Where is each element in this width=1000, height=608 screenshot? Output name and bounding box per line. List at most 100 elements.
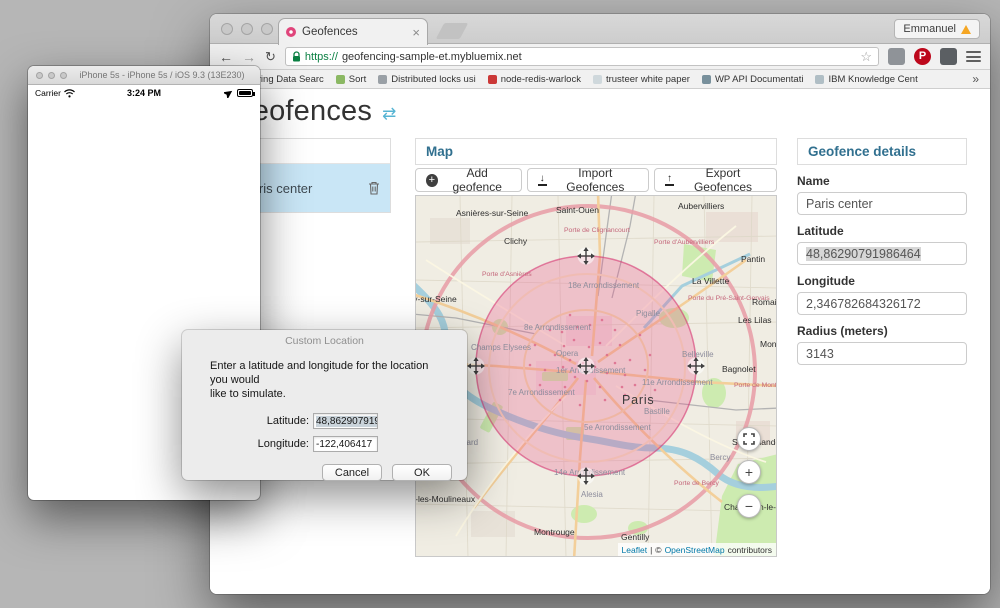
- latitude-input[interactable]: 48,86290791986464: [797, 242, 967, 265]
- name-label: Name: [797, 174, 967, 188]
- map-attribution: Leaflet | © OpenStreetMap contributors: [618, 543, 776, 556]
- menu-icon[interactable]: [966, 51, 981, 62]
- close-window-button[interactable]: [221, 23, 233, 35]
- bookmark-favicon-icon: [378, 75, 387, 84]
- import-icon: ↓: [538, 174, 547, 186]
- zoom-window-button[interactable]: [261, 23, 273, 35]
- minimize-window-button[interactable]: [241, 23, 253, 35]
- map-label: 5e Arrondissement: [584, 423, 651, 432]
- tab-close-icon[interactable]: ×: [412, 25, 420, 40]
- map-label: Belleville: [682, 350, 714, 359]
- add-geofence-button[interactable]: + Add geofence: [415, 168, 522, 192]
- wifi-icon: [64, 89, 75, 98]
- browser-tab[interactable]: Geofences ×: [278, 18, 428, 45]
- ok-button[interactable]: OK: [392, 464, 452, 481]
- dialog-longitude-input[interactable]: -122,406417: [313, 436, 378, 452]
- location-services-icon: [224, 89, 233, 98]
- add-geofence-label: Add geofence: [444, 166, 511, 194]
- map-label: Paris: [622, 393, 654, 407]
- bookmark-star-icon[interactable]: ☆: [860, 49, 872, 65]
- fullscreen-button[interactable]: [737, 427, 761, 451]
- profile-chip[interactable]: Emmanuel: [894, 19, 980, 39]
- map-label: Porte d'Aubervilliers: [654, 239, 715, 246]
- map-tiles: Asnières-sur-Seine Saint-Ouen Aubervilli…: [416, 196, 777, 557]
- map-label: Saint-Ouen: [556, 205, 599, 215]
- url-scheme: https://: [305, 51, 338, 63]
- longitude-input[interactable]: 2,346782684326172: [797, 292, 967, 315]
- minimize-window-button[interactable]: [48, 72, 55, 79]
- zoom-window-button[interactable]: [60, 72, 67, 79]
- bookmarks-overflow-icon[interactable]: »: [972, 72, 979, 86]
- radius-label: Radius (meters): [797, 324, 967, 338]
- bookmark-item[interactable]: node-redis-warlock: [488, 74, 581, 85]
- bookmark-label: Distributed locks usi: [391, 74, 475, 85]
- cancel-button[interactable]: Cancel: [322, 464, 382, 481]
- map-label: Bagnolet: [722, 364, 756, 374]
- simulator-titlebar[interactable]: iPhone 5s - iPhone 5s / iOS 9.3 (13E230): [28, 66, 260, 85]
- geofence-details-panel: Geofence details Name Paris center Latit…: [797, 138, 967, 365]
- name-input[interactable]: Paris center: [797, 192, 967, 215]
- bookmark-label: IBM Knowledge Cent: [828, 74, 917, 85]
- import-geofences-button[interactable]: ↓ Import Geofences: [527, 168, 649, 192]
- bookmark-item[interactable]: Distributed locks usi: [378, 74, 475, 85]
- bookmark-item[interactable]: IBM Knowledge Cent: [815, 74, 917, 85]
- reload-button[interactable]: ↻: [265, 50, 276, 63]
- map-label: 8e Arrondissement: [524, 323, 591, 332]
- close-window-button[interactable]: [36, 72, 43, 79]
- map-label: Porte d'Asnières: [482, 271, 532, 278]
- map-label: Champs Elysees: [471, 343, 531, 352]
- forward-button[interactable]: →: [242, 50, 256, 64]
- map-label: Montreuil: [760, 339, 777, 349]
- plus-icon: +: [426, 174, 438, 187]
- map-label: Opera: [556, 349, 579, 358]
- bookmark-item[interactable]: Sort: [336, 74, 366, 85]
- delete-geofence-icon[interactable]: [368, 181, 380, 195]
- openstreetmap-link[interactable]: OpenStreetMap: [665, 545, 725, 555]
- status-bar-time: 3:24 PM: [105, 88, 183, 98]
- profile-name: Emmanuel: [903, 23, 956, 35]
- longitude-row: Longitude: -122,406417: [182, 436, 467, 452]
- simulator-window-controls: [36, 72, 67, 79]
- bookmark-favicon-icon: [702, 75, 711, 84]
- pinterest-extension-icon[interactable]: P: [914, 48, 931, 65]
- new-tab-button[interactable]: [436, 23, 469, 39]
- map-label: Gentilly: [621, 532, 650, 542]
- ios-status-bar: Carrier 3:24 PM: [28, 85, 260, 101]
- bookmark-label: node-redis-warlock: [501, 74, 581, 85]
- extension-icon[interactable]: [940, 48, 957, 65]
- map-label: 11e Arrondissement: [642, 378, 713, 387]
- back-button[interactable]: ←: [219, 50, 233, 64]
- map-label: Asnières-sur-Seine: [456, 208, 529, 218]
- address-bar[interactable]: https:// geofencing-sample-et.mybluemix.n…: [285, 47, 879, 66]
- bookmark-item[interactable]: WP API Documentati: [702, 74, 804, 85]
- radius-value: 3143: [806, 347, 834, 361]
- dialog-longitude-label: Longitude:: [258, 438, 309, 450]
- bookmark-item[interactable]: trusteer white paper: [593, 74, 690, 85]
- map-label: Pigalle: [636, 309, 661, 318]
- simulator-window-title: iPhone 5s - iPhone 5s / iOS 9.3 (13E230): [79, 70, 244, 80]
- url-host: geofencing-sample-et.mybluemix.net: [342, 51, 522, 63]
- zoom-out-button[interactable]: −: [737, 494, 761, 518]
- export-icon: ↑: [665, 174, 674, 186]
- tab-strip: Geofences × Emmanuel: [210, 14, 990, 44]
- browser-toolbar: ← → ↻ https:// geofencing-sample-et.myblu…: [210, 44, 990, 70]
- dialog-latitude-input[interactable]: 48,862907919: [313, 413, 378, 429]
- map-label: Porte de Montreuil: [734, 382, 777, 389]
- radius-input[interactable]: 3143: [797, 342, 967, 365]
- export-geofences-label: Export Geofences: [680, 166, 766, 194]
- refresh-geofences-icon[interactable]: ⇄: [382, 104, 396, 124]
- map-label: Issy-les-Moulineaux: [416, 494, 476, 504]
- zoom-in-button[interactable]: +: [737, 460, 761, 484]
- details-panel-header: Geofence details: [797, 138, 967, 165]
- latitude-value: 48,86290791986464: [806, 247, 921, 261]
- map-label: Les Lilas: [738, 315, 772, 325]
- bookmark-label: trusteer white paper: [606, 74, 690, 85]
- map[interactable]: Asnières-sur-Seine Saint-Ouen Aubervilli…: [415, 195, 777, 557]
- export-geofences-button[interactable]: ↑ Export Geofences: [654, 168, 777, 192]
- extension-icon[interactable]: [888, 48, 905, 65]
- leaflet-link[interactable]: Leaflet: [622, 545, 648, 555]
- window-controls: [221, 23, 273, 35]
- https-lock-icon: [292, 51, 301, 63]
- bookmark-favicon-icon: [336, 75, 345, 84]
- carrier-label: Carrier: [35, 88, 61, 98]
